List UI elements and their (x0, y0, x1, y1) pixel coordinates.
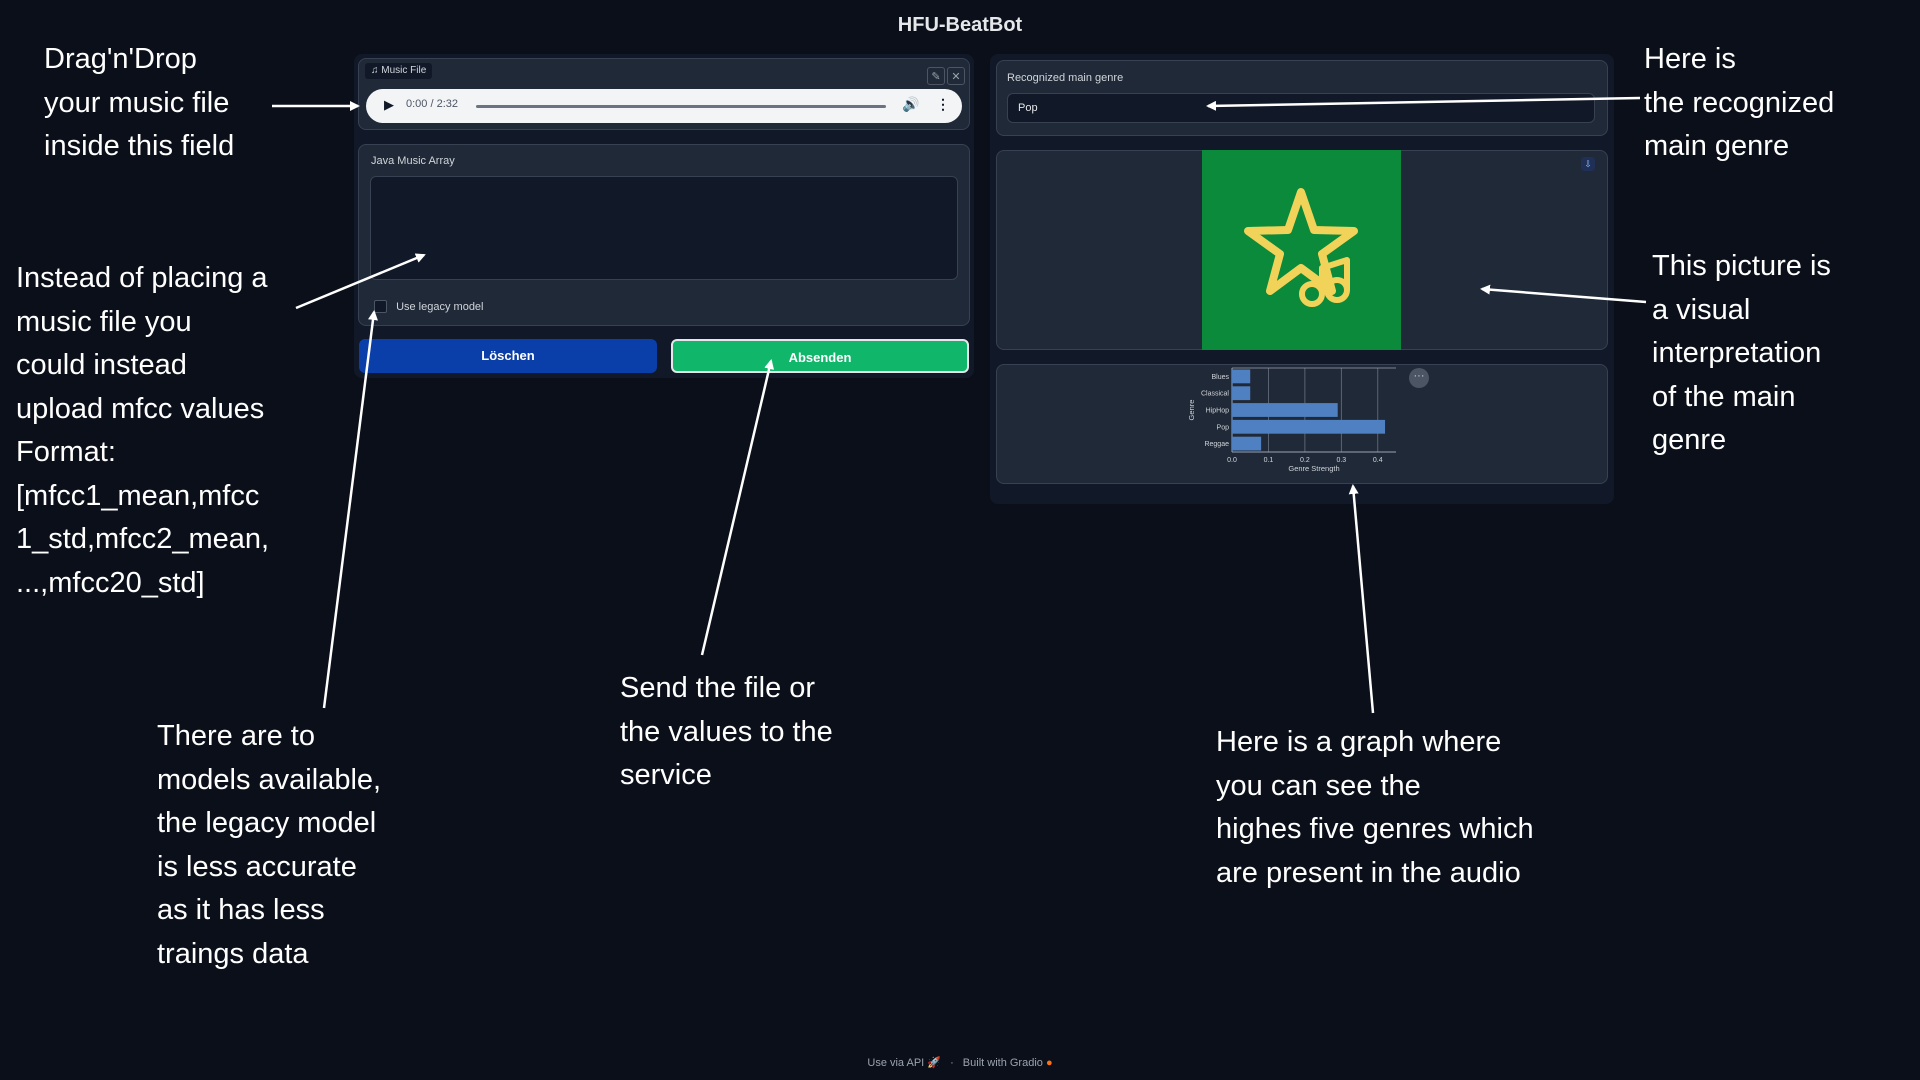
chart-menu-icon[interactable]: ··· (1409, 368, 1429, 388)
footer-separator: · (950, 1057, 954, 1069)
chart-category-label: HipHop (1206, 408, 1229, 415)
genre-output: Pop (1007, 93, 1595, 123)
footer: Use via API 🚀 · Built with Gradio ● (0, 1056, 1920, 1069)
chart-y-axis-label: Genre (1187, 400, 1196, 421)
rocket-icon: 🚀 (927, 1057, 941, 1069)
annotation-mfcc: Instead of placing a music file you coul… (16, 262, 270, 599)
genre-strength-chart: 0.0 0.1 0.2 0.3 0.4 Blues Classical HipHop Pop Re… (1187, 367, 1396, 473)
legacy-model-label: Use legacy model (396, 300, 484, 313)
music-file-tab: ♫ Music File (365, 63, 433, 79)
audio-progress-track[interactable] (476, 105, 886, 108)
genre-image (1202, 150, 1401, 350)
chart-x-tick-label: 0.1 (1264, 457, 1274, 464)
java-array-label: Java Music Array (371, 155, 455, 167)
chart-bar (1232, 419, 1386, 434)
annotation-dragdrop: Drag'n'Drop your music file inside this … (44, 43, 235, 162)
app-title: HFU-BeatBot (897, 14, 1023, 36)
audio-player[interactable]: ▶ 0:00 / 2:32 🔊 ⋮ (366, 89, 962, 123)
pencil-icon[interactable]: ✎ (927, 67, 945, 85)
chart-bar (1232, 403, 1338, 417)
chart-x-tick-label: 0.3 (1336, 457, 1346, 464)
chart-x-tick-label: 0.4 (1373, 457, 1383, 464)
chart-x-tick-label: 0.2 (1300, 457, 1310, 464)
built-with-gradio-link[interactable]: Built with Gradio (963, 1057, 1043, 1069)
chart-bar (1232, 436, 1262, 451)
chart-category-label: Reggae (1204, 441, 1229, 448)
submit-button[interactable]: Absenden (671, 339, 969, 373)
legacy-model-row[interactable]: Use legacy model (374, 300, 484, 313)
annotation-graph: Here is a graph where you can see the hi… (1216, 726, 1534, 889)
chart-category-label: Classical (1201, 391, 1229, 398)
audio-time: 0:00 / 2:32 (406, 98, 458, 110)
music-file-label: Music File (381, 65, 427, 76)
legacy-model-checkbox[interactable] (374, 300, 387, 313)
chart-category-label: Pop (1217, 424, 1230, 431)
annotation-send: Send the file or the values to the servi… (620, 672, 833, 791)
chart-x-axis-label: Genre Strength (1288, 464, 1339, 473)
star-music-note-icon (1244, 188, 1358, 307)
arrow-send (700, 359, 775, 656)
music-note-icon: ♫ (371, 65, 379, 76)
close-icon[interactable]: ✕ (947, 67, 965, 85)
annotation-models: There are to models available, the legac… (157, 720, 382, 970)
java-array-textarea[interactable] (370, 176, 958, 280)
chart-x-tick-label: 0.0 (1227, 457, 1237, 464)
chart-bar (1232, 369, 1251, 384)
download-icon[interactable]: ⇩ (1581, 157, 1595, 171)
chart-category-label: Blues (1211, 374, 1229, 381)
genre-label: Recognized main genre (1007, 72, 1124, 84)
volume-icon[interactable]: 🔊 (902, 96, 919, 113)
more-options-icon[interactable]: ⋮ (936, 96, 950, 113)
clear-button[interactable]: Löschen (359, 339, 657, 373)
annotation-picture: This picture is a visual interpretation … (1652, 250, 1831, 456)
use-api-link[interactable]: Use via API (867, 1057, 924, 1069)
gradio-logo-icon: ● (1045, 1057, 1053, 1069)
play-icon[interactable]: ▶ (384, 97, 394, 113)
arrow-graph (1348, 484, 1375, 714)
annotation-genre: Here is the recognized main genre (1644, 43, 1835, 162)
chart-bar (1232, 386, 1251, 401)
